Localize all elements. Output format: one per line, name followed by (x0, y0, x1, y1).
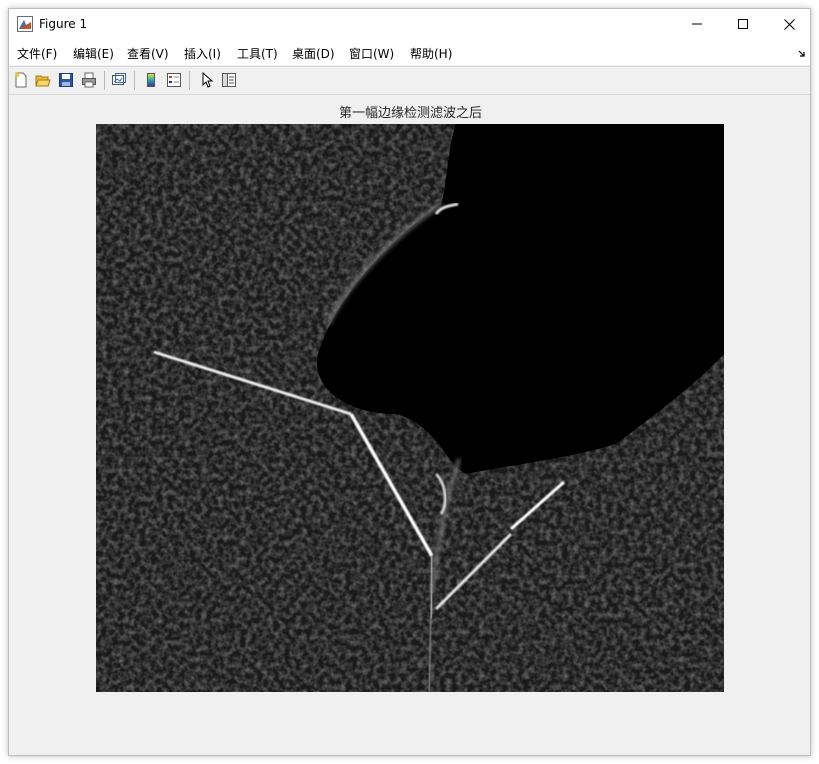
figure-window: Figure 1 文件(F) 编辑(E) 查看(V) 插入(I) 工具(T) 桌… (8, 8, 811, 756)
menu-view[interactable]: 查看(V) (127, 45, 169, 62)
save-icon[interactable] (57, 71, 75, 89)
dock-arrow-icon[interactable] (798, 47, 806, 61)
legend-icon[interactable] (165, 71, 183, 89)
axes-title: 第一幅边缘检测滤波之后 (338, 106, 482, 121)
window-title: Figure 1 (39, 17, 88, 31)
print-icon[interactable] (80, 71, 98, 89)
menu-edit[interactable]: 编辑(E) (73, 45, 114, 62)
maximize-button[interactable] (720, 9, 766, 39)
minimize-icon (692, 19, 702, 29)
close-button[interactable] (766, 9, 812, 39)
figure-toolbar (9, 66, 810, 95)
menu-window[interactable]: 窗口(W) (349, 45, 394, 62)
close-icon (783, 18, 795, 30)
toolbar-separator (134, 71, 135, 90)
colorbar-icon[interactable] (142, 71, 160, 89)
menu-file[interactable]: 文件(F) (17, 45, 57, 62)
menu-help[interactable]: 帮助(H) (410, 45, 452, 62)
title-bar[interactable]: Figure 1 (9, 9, 810, 39)
menu-tools[interactable]: 工具(T) (237, 45, 278, 62)
link-plot-icon[interactable] (110, 71, 128, 89)
toolbar-separator (104, 71, 105, 90)
menu-bar: 文件(F) 编辑(E) 查看(V) 插入(I) 工具(T) 桌面(D) 窗口(W… (9, 39, 810, 65)
menu-insert[interactable]: 插入(I) (184, 45, 221, 62)
new-figure-icon[interactable] (12, 71, 30, 89)
matlab-figure-icon (17, 16, 33, 32)
open-file-icon[interactable] (34, 71, 52, 89)
edge-filtered-image[interactable] (96, 124, 724, 692)
toolbar-separator (189, 71, 190, 90)
property-inspector-icon[interactable] (220, 71, 238, 89)
menu-desktop[interactable]: 桌面(D) (292, 45, 335, 62)
minimize-button[interactable] (674, 9, 720, 39)
maximize-icon (738, 19, 748, 29)
pointer-icon[interactable] (198, 71, 216, 89)
